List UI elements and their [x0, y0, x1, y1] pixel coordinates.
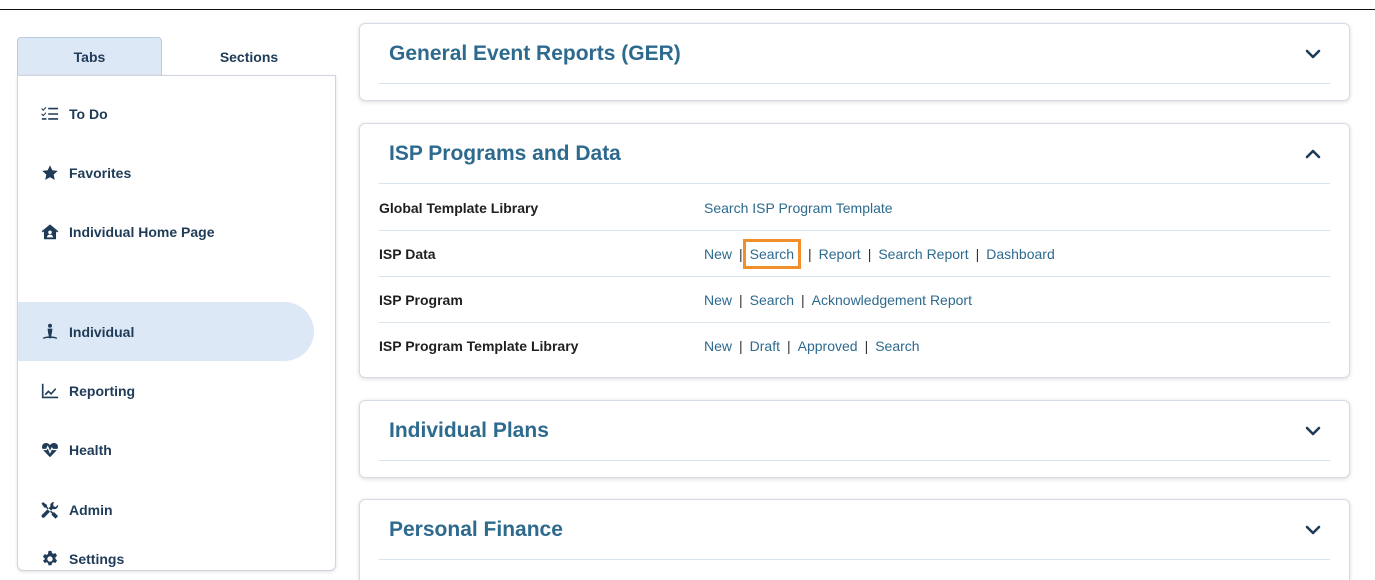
gear-icon	[40, 549, 60, 569]
sidebar-item-individual-home-page[interactable]: Individual Home Page	[18, 202, 314, 261]
table-row: ISP Data New | Search | Report | Search …	[379, 231, 1330, 277]
card-title: General Event Reports (GER)	[389, 41, 681, 65]
isp-data-report-link[interactable]: Report	[819, 246, 861, 262]
tab-sections[interactable]: Sections	[162, 37, 336, 76]
row-label: ISP Program	[379, 291, 463, 308]
sidebar: Tabs Sections To Do Favorites Individual…	[17, 37, 336, 571]
sidebar-item-label: To Do	[69, 105, 108, 122]
isp-program-new-link[interactable]: New	[704, 292, 732, 308]
personal-finance-card: Personal Finance	[359, 499, 1350, 580]
row-label: Global Template Library	[379, 199, 539, 216]
isp-data-search-link[interactable]: Search	[742, 238, 802, 269]
row-label: ISP Program Template Library	[379, 338, 579, 354]
sidebar-item-todo[interactable]: To Do	[18, 84, 314, 143]
search-isp-program-template-link[interactable]: Search ISP Program Template	[704, 200, 893, 216]
link-separator: |	[739, 338, 743, 354]
isp-card-header[interactable]: ISP Programs and Data	[379, 124, 1330, 184]
star-icon	[40, 163, 60, 183]
sidebar-item-reporting[interactable]: Reporting	[18, 361, 314, 420]
link-separator: |	[975, 245, 980, 262]
sidebar-item-label: Favorites	[69, 164, 132, 181]
sidebar-item-admin[interactable]: Admin	[18, 480, 314, 539]
sidebar-item-health[interactable]: Health	[18, 420, 314, 479]
chevron-down-icon[interactable]	[1304, 521, 1322, 539]
card-title: ISP Programs and Data	[389, 141, 621, 165]
sidebar-item-label: Individual Home Page	[69, 223, 215, 240]
table-row: ISP Program New | Search | Acknowledgeme…	[379, 277, 1330, 323]
table-row: ISP Program Template Library New | Draft…	[379, 323, 1330, 369]
isp-program-acknowledgement-report-link[interactable]: Acknowledgement Report	[812, 292, 972, 308]
todo-list-icon	[40, 104, 60, 124]
row-label: ISP Data	[379, 245, 436, 262]
ger-card: General Event Reports (GER)	[359, 23, 1350, 101]
card-title: Individual Plans	[389, 418, 549, 442]
card-title: Personal Finance	[389, 517, 563, 541]
isp-data-new-link[interactable]: New	[704, 246, 732, 262]
tab-tabs[interactable]: Tabs	[17, 37, 162, 76]
person-icon	[40, 322, 60, 342]
chevron-down-icon[interactable]	[1304, 422, 1322, 440]
sidebar-item-favorites[interactable]: Favorites	[18, 143, 314, 202]
template-library-search-link[interactable]: Search	[875, 338, 919, 354]
sidebar-item-individual[interactable]: Individual	[18, 302, 314, 361]
template-library-approved-link[interactable]: Approved	[798, 338, 858, 354]
isp-card: ISP Programs and Data Global Template Li…	[359, 123, 1350, 378]
sidebar-item-settings[interactable]: Settings	[18, 539, 314, 579]
table-row: Global Template Library Search ISP Progr…	[379, 185, 1330, 231]
row-links: New | Search | Report | Search Report | …	[704, 238, 1055, 269]
heart-pulse-icon	[40, 440, 60, 460]
link-separator: |	[867, 245, 872, 262]
sidebar-item-label: Reporting	[69, 382, 136, 399]
sidebar-item-label: Settings	[69, 551, 125, 567]
template-library-new-link[interactable]: New	[704, 338, 732, 354]
chart-line-icon	[40, 381, 60, 401]
row-links: New | Draft | Approved | Search	[704, 338, 920, 354]
isp-data-dashboard-link[interactable]: Dashboard	[986, 246, 1055, 262]
individual-plans-card-header[interactable]: Individual Plans	[379, 401, 1330, 461]
link-separator: |	[739, 291, 743, 308]
sidebar-tabbar: Tabs Sections	[17, 37, 336, 76]
home-icon	[40, 222, 60, 242]
ger-card-header[interactable]: General Event Reports (GER)	[379, 24, 1330, 84]
sidebar-item-label: Admin	[69, 501, 113, 518]
template-library-draft-link[interactable]: Draft	[750, 338, 780, 354]
link-separator: |	[787, 338, 791, 354]
personal-finance-card-header[interactable]: Personal Finance	[379, 500, 1330, 560]
sidebar-item-label: Health	[69, 441, 112, 458]
individual-plans-card: Individual Plans	[359, 400, 1350, 478]
sidebar-nav: To Do Favorites Individual Home Page Ind…	[17, 75, 336, 571]
chevron-down-icon[interactable]	[1304, 45, 1322, 63]
isp-data-search-report-link[interactable]: Search Report	[878, 246, 968, 262]
top-divider	[0, 9, 1375, 10]
row-links: Search ISP Program Template	[704, 200, 893, 216]
sidebar-item-label: Individual	[69, 323, 135, 340]
chevron-up-icon[interactable]	[1304, 145, 1322, 163]
link-separator: |	[808, 245, 812, 262]
link-separator: |	[864, 338, 869, 354]
link-separator: |	[739, 245, 743, 262]
tools-icon	[40, 500, 60, 520]
link-separator: |	[801, 291, 805, 308]
isp-program-search-link[interactable]: Search	[750, 292, 794, 308]
row-links: New | Search | Acknowledgement Report	[704, 292, 972, 308]
